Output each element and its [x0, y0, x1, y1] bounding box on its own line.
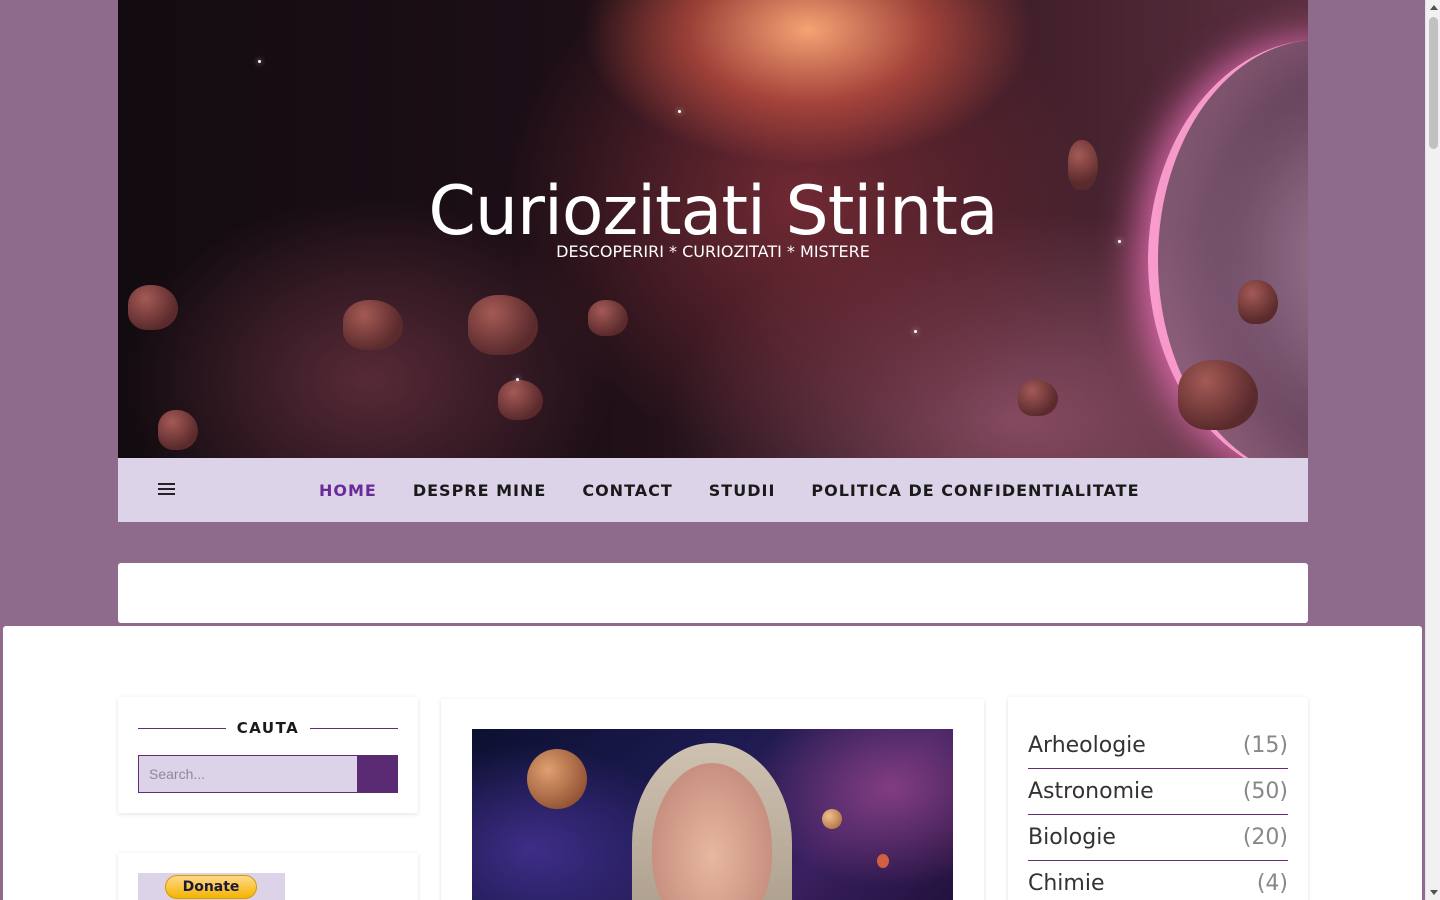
scroll-up-arrow-icon[interactable]: [1430, 5, 1438, 10]
category-name: Astronomie: [1028, 779, 1154, 804]
star: [258, 60, 261, 63]
category-list: Arheologie (15) Astronomie (50) Biologie…: [1028, 723, 1288, 900]
nav-menu: HOME DESPRE MINE CONTACT STUDII POLITICA…: [319, 458, 1140, 522]
asteroid: [343, 300, 403, 350]
category-name: Arheologie: [1028, 733, 1146, 758]
planet-decoration: [527, 749, 587, 809]
nav-item-studii[interactable]: STUDII: [709, 481, 776, 500]
site-tagline: DESCOPERIRI * CURIOZITATI * MISTERE: [556, 242, 870, 261]
nav-item-home[interactable]: HOME: [319, 481, 377, 500]
featured-post: [441, 699, 984, 900]
star: [516, 378, 519, 381]
post-image[interactable]: [472, 729, 953, 900]
star: [914, 330, 917, 333]
asteroid: [588, 300, 628, 336]
asteroid: [1178, 360, 1258, 430]
category-item[interactable]: Biologie (20): [1028, 815, 1288, 861]
category-count: (50): [1242, 779, 1288, 804]
nav-item-politica[interactable]: POLITICA DE CONFIDENTIALITATE: [811, 481, 1139, 500]
categories-widget: Arheologie (15) Astronomie (50) Biologie…: [1008, 697, 1308, 900]
category-item[interactable]: Arheologie (15): [1028, 723, 1288, 769]
asteroid: [1018, 380, 1058, 416]
site-title[interactable]: Curiozitati Stiinta: [118, 172, 1308, 251]
page-scrollbar[interactable]: [1425, 0, 1440, 900]
scrollbar-thumb[interactable]: [1429, 17, 1438, 149]
category-count: (20): [1242, 825, 1288, 850]
scroll-down-arrow-icon[interactable]: [1430, 890, 1438, 895]
search-input[interactable]: [138, 755, 358, 793]
nav-item-contact[interactable]: CONTACT: [582, 481, 672, 500]
planet-decoration: [877, 854, 889, 868]
search-widget: CAUTA: [118, 697, 418, 813]
category-item[interactable]: Chimie (4): [1028, 861, 1288, 900]
category-name: Chimie: [1028, 871, 1105, 896]
nav-item-despre-mine[interactable]: DESPRE MINE: [413, 481, 546, 500]
search-widget-title: CAUTA: [236, 719, 300, 737]
category-name: Biologie: [1028, 825, 1116, 850]
search-button[interactable]: [357, 755, 398, 793]
planet-decoration: [822, 809, 842, 829]
asteroid: [128, 285, 178, 330]
category-count: (15): [1242, 733, 1288, 758]
asteroid: [1238, 280, 1278, 324]
widget-title: CAUTA: [138, 719, 398, 737]
hamburger-icon[interactable]: [158, 483, 175, 497]
asteroid: [498, 380, 543, 420]
asteroid: [468, 295, 538, 355]
ad-placeholder: [118, 563, 1308, 623]
donate-button[interactable]: Donate: [165, 875, 257, 899]
category-count: (4): [1256, 871, 1288, 896]
donate-container: Donate: [138, 873, 285, 900]
main-navigation: HOME DESPRE MINE CONTACT STUDII POLITICA…: [118, 458, 1308, 522]
header-banner: Curiozitati Stiinta DESCOPERIRI * CURIOZ…: [118, 0, 1308, 458]
star: [678, 110, 681, 113]
donate-widget: Donate: [118, 853, 418, 900]
asteroid: [158, 410, 198, 450]
category-item[interactable]: Astronomie (50): [1028, 769, 1288, 815]
